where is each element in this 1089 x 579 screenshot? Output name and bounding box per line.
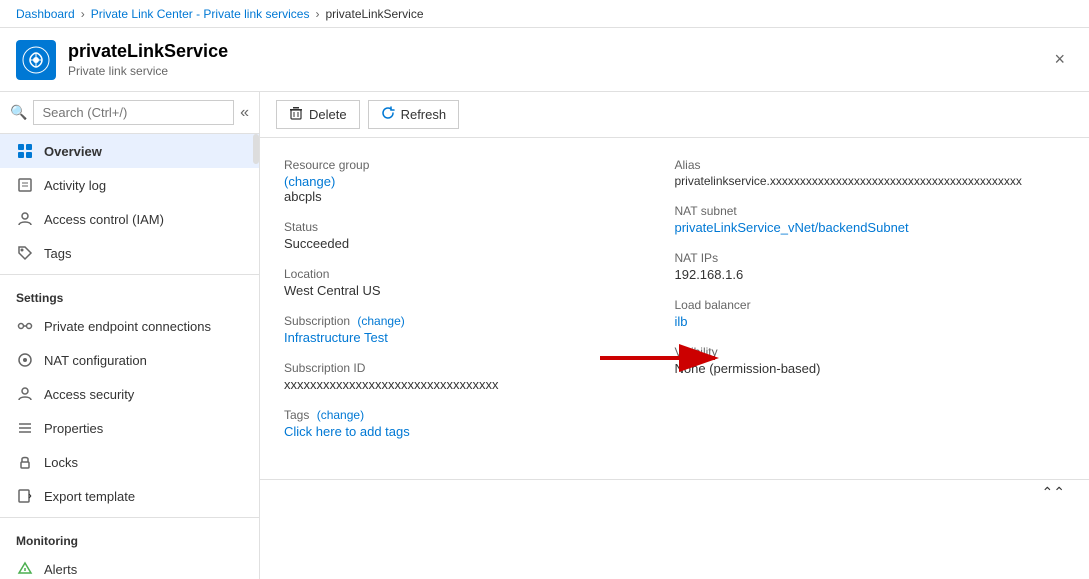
- alerts-icon: [16, 560, 34, 578]
- close-button[interactable]: ×: [1046, 45, 1073, 74]
- tags-change[interactable]: (change): [317, 408, 364, 422]
- alias-value: privatelinkservice.xxxxxxxxxxxxxxxxxxxxx…: [675, 174, 1066, 188]
- location-value: West Central US: [284, 283, 675, 298]
- sidebar-private-endpoint-label: Private endpoint connections: [44, 319, 211, 334]
- locks-icon: [16, 453, 34, 471]
- monitoring-section: Monitoring: [0, 522, 259, 552]
- sidebar-item-private-endpoint[interactable]: Private endpoint connections: [0, 309, 259, 343]
- resource-icon: [16, 40, 56, 80]
- location-label: Location: [284, 267, 675, 281]
- sidebar-item-tags[interactable]: Tags: [0, 236, 259, 270]
- refresh-label: Refresh: [401, 107, 447, 122]
- resource-group-value: abcpls: [284, 189, 675, 204]
- sidebar-item-access-control[interactable]: Access control (IAM): [0, 202, 259, 236]
- tags-label: Tags (change): [284, 408, 675, 422]
- load-balancer-label: Load balancer: [675, 298, 1066, 312]
- resource-group-section: Resource group (change) abcpls: [284, 158, 675, 220]
- delete-button[interactable]: Delete: [276, 100, 360, 129]
- breadcrumb-current: privateLinkService: [325, 7, 423, 21]
- load-balancer-section: Load balancer ilb: [675, 298, 1066, 345]
- sidebar-access-security-label: Access security: [44, 387, 134, 402]
- tags-icon: [16, 244, 34, 262]
- sidebar-item-export-template[interactable]: Export template: [0, 479, 259, 513]
- sidebar-item-locks[interactable]: Locks: [0, 445, 259, 479]
- resource-group-change[interactable]: (change): [284, 174, 335, 189]
- subscription-section: Subscription (change) Infrastructure Tes…: [284, 314, 675, 361]
- private-endpoint-icon: [16, 317, 34, 335]
- sidebar-item-activity-log[interactable]: Activity log: [0, 168, 259, 202]
- activity-log-icon: [16, 176, 34, 194]
- search-container: 🔍 «: [0, 92, 259, 134]
- sidebar-item-nat-config[interactable]: NAT configuration: [0, 343, 259, 377]
- nat-ips-section: NAT IPs 192.168.1.6: [675, 251, 1066, 298]
- sidebar-item-alerts[interactable]: Alerts: [0, 552, 259, 579]
- sidebar-properties-label: Properties: [44, 421, 103, 436]
- refresh-button[interactable]: Refresh: [368, 100, 460, 129]
- overview-icon: [16, 142, 34, 160]
- breadcrumb: Dashboard › Private Link Center - Privat…: [0, 0, 1089, 28]
- search-icon: 🔍: [10, 104, 27, 121]
- visibility-label: Visibility: [675, 345, 1066, 359]
- sidebar-export-template-label: Export template: [44, 489, 135, 504]
- sidebar-activity-log-label: Activity log: [44, 178, 106, 193]
- export-template-icon: [16, 487, 34, 505]
- resource-subtitle: Private link service: [68, 64, 228, 78]
- access-control-icon: [16, 210, 34, 228]
- breadcrumb-private-link[interactable]: Private Link Center - Private link servi…: [91, 7, 310, 21]
- sidebar-item-properties[interactable]: Properties: [0, 411, 259, 445]
- sidebar: 🔍 « Overview Activity log Access contr: [0, 92, 260, 579]
- sidebar-alerts-label: Alerts: [44, 562, 77, 577]
- settings-divider: [0, 274, 259, 275]
- status-label: Status: [284, 220, 675, 234]
- content-area: Delete Refresh Resource group (change): [260, 92, 1089, 579]
- subscription-label: Subscription (change): [284, 314, 675, 328]
- sidebar-collapse-button[interactable]: «: [240, 104, 249, 122]
- subscription-value[interactable]: Infrastructure Test: [284, 330, 388, 345]
- nat-ips-label: NAT IPs: [675, 251, 1066, 265]
- nat-subnet-label: NAT subnet: [675, 204, 1066, 218]
- resource-title: privateLinkService: [68, 41, 228, 62]
- tags-section: Tags (change) Click here to add tags: [284, 408, 675, 455]
- subscription-id-value: xxxxxxxxxxxxxxxxxxxxxxxxxxxxxxxxx: [284, 377, 675, 392]
- sidebar-access-control-label: Access control (IAM): [44, 212, 164, 227]
- nat-subnet-section: NAT subnet privateLinkService_vNet/backe…: [675, 204, 1066, 251]
- search-input[interactable]: [33, 100, 234, 125]
- nat-subnet-value[interactable]: privateLinkService_vNet/backendSubnet: [675, 220, 909, 235]
- alias-label: Alias: [675, 158, 1066, 172]
- tags-add[interactable]: Click here to add tags: [284, 424, 410, 439]
- breadcrumb-dashboard[interactable]: Dashboard: [16, 7, 75, 21]
- sidebar-item-overview[interactable]: Overview: [0, 134, 259, 168]
- load-balancer-value[interactable]: ilb: [675, 314, 688, 329]
- properties-icon: [16, 419, 34, 437]
- subscription-id-section: Subscription ID xxxxxxxxxxxxxxxxxxxxxxxx…: [284, 361, 675, 408]
- toolbar: Delete Refresh: [260, 92, 1089, 138]
- delete-icon: [289, 106, 303, 123]
- subscription-id-label: Subscription ID: [284, 361, 675, 375]
- visibility-value: None (permission-based): [675, 361, 1066, 376]
- sidebar-nat-config-label: NAT configuration: [44, 353, 147, 368]
- resource-group-label: Resource group: [284, 158, 675, 172]
- sidebar-locks-label: Locks: [44, 455, 78, 470]
- collapse-details-button[interactable]: ⌃⌃: [1042, 484, 1065, 501]
- location-section: Location West Central US: [284, 267, 675, 314]
- resource-header: privateLinkService Private link service …: [0, 28, 1089, 92]
- alias-section: Alias privatelinkservice.xxxxxxxxxxxxxxx…: [675, 158, 1066, 204]
- subscription-change[interactable]: (change): [357, 314, 404, 328]
- status-value: Succeeded: [284, 236, 675, 251]
- refresh-icon: [381, 106, 395, 123]
- nat-config-icon: [16, 351, 34, 369]
- nat-ips-value: 192.168.1.6: [675, 267, 1066, 282]
- sidebar-tags-label: Tags: [44, 246, 71, 261]
- sidebar-item-access-security[interactable]: Access security: [0, 377, 259, 411]
- monitoring-divider: [0, 517, 259, 518]
- delete-label: Delete: [309, 107, 347, 122]
- sidebar-overview-label: Overview: [44, 144, 102, 159]
- details-grid: Resource group (change) abcpls Status Su…: [260, 138, 1089, 475]
- status-section: Status Succeeded: [284, 220, 675, 267]
- visibility-section: Visibility None (permission-based): [675, 345, 1066, 392]
- settings-section: Settings: [0, 279, 259, 309]
- access-security-icon: [16, 385, 34, 403]
